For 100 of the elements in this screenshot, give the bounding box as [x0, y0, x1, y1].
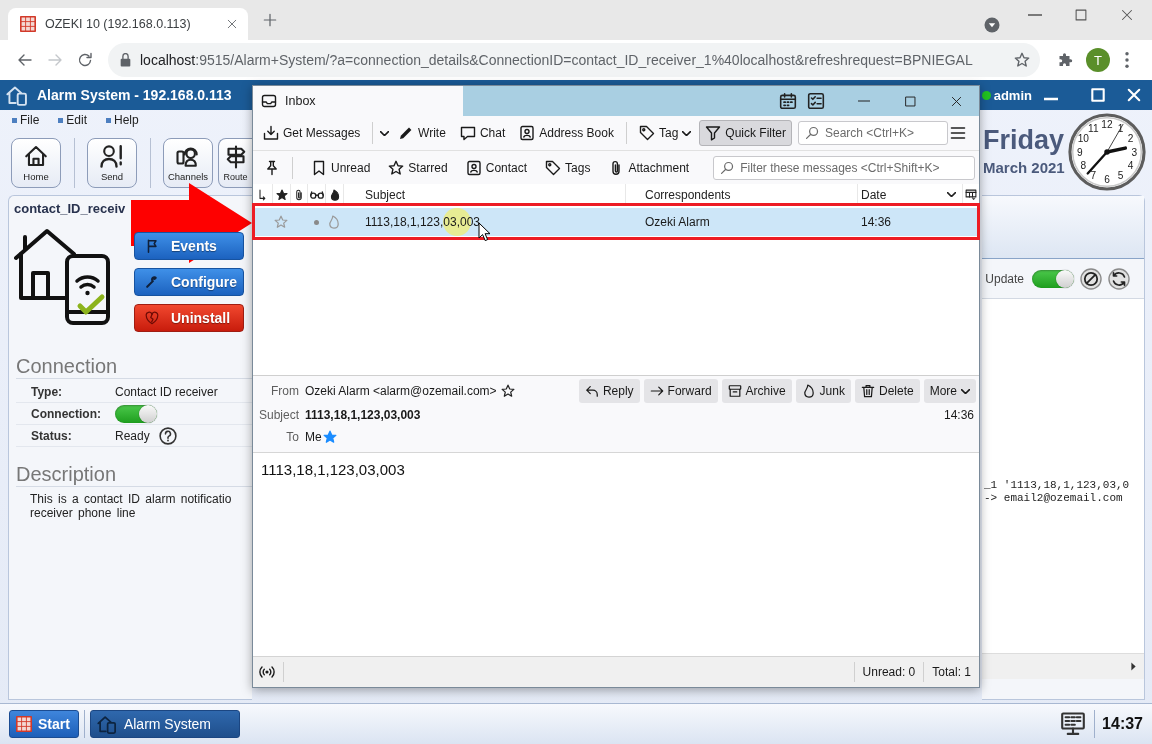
- horizontal-scrollbar[interactable]: [982, 653, 1144, 679]
- star-icon[interactable]: [500, 384, 515, 398]
- tab-title: OZEKI 10 (192.168.0.113): [45, 17, 191, 31]
- menu-item[interactable]: File: [12, 113, 40, 127]
- dropdown-icon[interactable]: [984, 17, 1000, 33]
- maximize-icon[interactable]: [904, 95, 916, 107]
- paperclip-icon[interactable]: [293, 188, 305, 201]
- filter-button[interactable]: Contact: [459, 154, 534, 181]
- menu-icon[interactable]: [950, 125, 966, 141]
- get-messages-button[interactable]: Get Messages: [257, 120, 367, 146]
- mouse-pointer-icon: [478, 222, 491, 242]
- filter-button[interactable]: Tags: [539, 154, 597, 181]
- field-label: Type:: [31, 384, 63, 399]
- message-subject: 1113,18,1,123,03,003: [365, 215, 480, 229]
- toolbar-button[interactable]: Route: [218, 138, 252, 188]
- section-heading: Description: [16, 462, 117, 486]
- help-icon[interactable]: [158, 426, 177, 445]
- tray-icon: [261, 93, 277, 109]
- user-name: admin: [993, 87, 1032, 103]
- contact-card-icon: [519, 125, 536, 141]
- star-icon[interactable]: [275, 188, 288, 201]
- column-header[interactable]: Subject: [343, 184, 625, 205]
- pin-icon[interactable]: [264, 159, 280, 176]
- house-icon: [24, 144, 48, 168]
- filter-button[interactable]: Unread: [305, 154, 377, 181]
- write-button[interactable]: Write: [392, 120, 452, 146]
- clock-numeral: 5: [1117, 170, 1124, 182]
- quick-filter-button[interactable]: Quick Filter: [699, 120, 792, 146]
- scroll-right-icon[interactable]: [1131, 662, 1136, 671]
- message-body: 1113,18,1,123,03,003: [261, 461, 405, 478]
- menu-item[interactable]: Help: [106, 113, 139, 127]
- house-phone-icon: [6, 84, 28, 106]
- toggle-switch[interactable]: [115, 404, 157, 423]
- flame-icon: [801, 384, 816, 398]
- filter-field[interactable]: Filter these messages <Ctrl+Shift+K>: [713, 155, 975, 180]
- clock-numeral: 12: [1101, 119, 1113, 131]
- field-value: Ready: [115, 428, 150, 443]
- toolbar-button[interactable]: Send: [87, 138, 137, 188]
- more-button[interactable]: More: [923, 379, 976, 403]
- refresh-icon[interactable]: [1108, 267, 1130, 290]
- more-icon[interactable]: [1125, 52, 1129, 68]
- url-text: localhost:9515/Alarm+System/?a=connection_details&ConnectionID=contact_ID_receiver_1%40localhost&refreshrequest=BPNIEGAL: [140, 52, 973, 68]
- header-label: To: [286, 430, 299, 444]
- header-label: From: [271, 384, 299, 398]
- junk-button[interactable]: Junk: [795, 379, 851, 403]
- star-icon[interactable]: [1014, 52, 1030, 68]
- lock-icon[interactable]: [120, 53, 131, 67]
- browser-tab[interactable]: OZEKI 10 (192.168.0.113): [8, 8, 248, 40]
- toolbar-button[interactable]: Channels: [163, 138, 213, 188]
- close-icon[interactable]: [950, 95, 962, 107]
- start-button[interactable]: Start: [9, 710, 79, 738]
- monitor-icon[interactable]: [1061, 712, 1086, 736]
- chevron-down-icon: [682, 130, 692, 136]
- reply-button[interactable]: Reply: [578, 379, 640, 403]
- close-icon[interactable]: [1121, 9, 1133, 21]
- taskbar-app-button[interactable]: Alarm System: [89, 710, 240, 738]
- puzzle-icon[interactable]: [1057, 52, 1073, 68]
- star-icon[interactable]: [322, 430, 337, 444]
- archive-button[interactable]: Archive: [721, 379, 792, 403]
- chat-button[interactable]: Chat: [453, 120, 512, 146]
- configure-button[interactable]: Configure: [134, 268, 244, 296]
- panel-title: contact_ID_receiv: [14, 201, 126, 217]
- uninstall-button[interactable]: Uninstall: [134, 304, 244, 332]
- events-button[interactable]: Events: [134, 232, 244, 260]
- column-picker-icon[interactable]: [965, 188, 977, 201]
- maximize-icon[interactable]: [1075, 9, 1087, 21]
- broadcast-icon[interactable]: [259, 664, 275, 680]
- profile-avatar[interactable]: T: [1086, 48, 1110, 72]
- block-icon[interactable]: [1080, 267, 1102, 290]
- filter-button[interactable]: Attachment: [602, 154, 696, 181]
- tag-button[interactable]: Tag: [632, 120, 698, 146]
- clock-numeral: 3: [1131, 146, 1138, 158]
- back-icon[interactable]: [17, 52, 33, 68]
- contact-card-icon: [465, 159, 482, 176]
- close-icon[interactable]: [227, 19, 237, 29]
- toolbar-button[interactable]: Home: [11, 138, 61, 188]
- forward-button[interactable]: Forward: [643, 379, 718, 403]
- checklist-icon[interactable]: [807, 92, 825, 110]
- message-row[interactable]: 1113,18,1,123,03,003 Ozeki Alarm 14:36: [253, 208, 979, 236]
- filter-button[interactable]: Starred: [382, 154, 454, 181]
- star-icon: [388, 159, 405, 176]
- address-book-button[interactable]: Address Book: [513, 120, 620, 146]
- reload-icon[interactable]: [77, 52, 93, 68]
- delete-button[interactable]: Delete: [854, 379, 920, 403]
- search-field[interactable]: Search <Ctrl+K>: [798, 121, 948, 145]
- recipient-name: Me: [305, 430, 322, 444]
- star-icon[interactable]: [274, 215, 288, 229]
- broken-heart-icon: [145, 311, 159, 325]
- read-dot-icon[interactable]: [313, 219, 319, 225]
- mail-tab[interactable]: Inbox: [253, 86, 463, 116]
- flame-icon[interactable]: [328, 188, 341, 201]
- menu-item[interactable]: Edit: [58, 113, 88, 127]
- field-label: Connection:: [31, 406, 101, 421]
- calendar-icon[interactable]: [779, 92, 797, 110]
- glasses-icon[interactable]: [309, 190, 324, 199]
- column-header[interactable]: Date: [857, 184, 962, 205]
- address-bar[interactable]: localhost:9515/Alarm+System/?a=connection_details&ConnectionID=contact_ID_receiver_1%40localhost&refreshrequest=BPNIEGAL: [108, 43, 1040, 77]
- column-header[interactable]: Correspondents: [625, 184, 857, 205]
- toggle-switch[interactable]: [1032, 269, 1074, 288]
- unread-count: Unread: 0: [862, 665, 916, 679]
